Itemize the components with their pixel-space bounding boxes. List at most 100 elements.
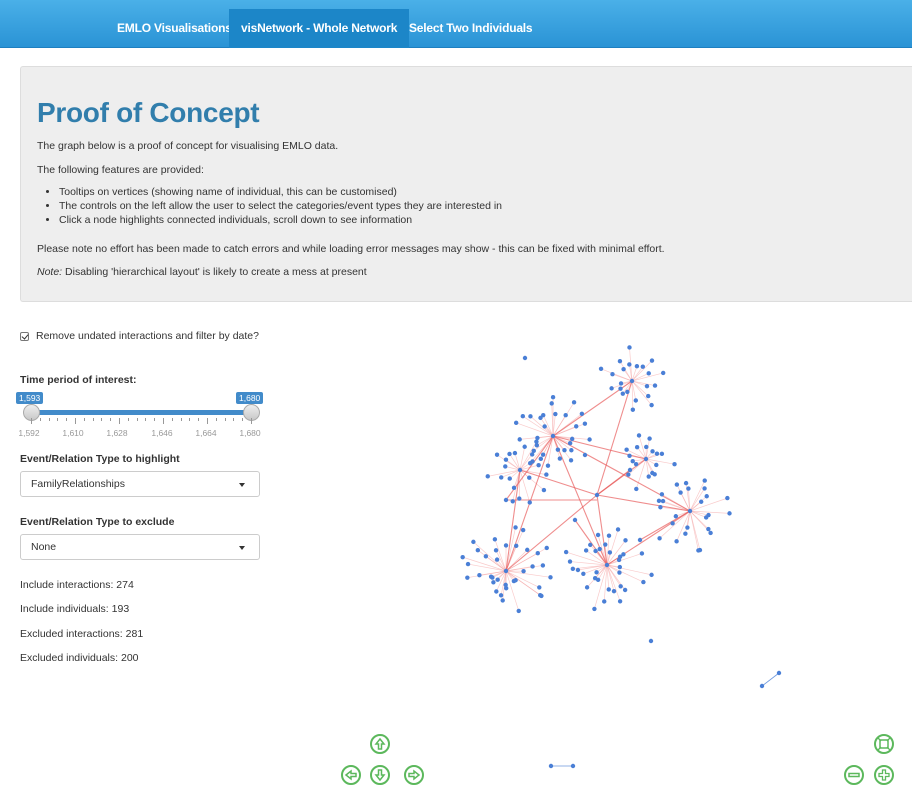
network-node[interactable] [652,383,658,388]
network-node[interactable] [660,498,666,504]
network-node[interactable] [571,400,577,405]
network-node[interactable] [570,566,576,572]
network-node[interactable] [702,478,707,483]
network-node[interactable] [630,407,636,412]
network-node[interactable] [686,486,691,491]
network-node[interactable] [704,494,709,499]
network-node[interactable] [617,358,623,364]
network-node[interactable] [491,580,496,585]
network-node[interactable] [563,413,568,418]
network-node[interactable] [627,453,632,458]
network-node[interactable] [527,500,532,505]
network-node[interactable] [572,517,578,523]
network-node[interactable] [535,435,540,441]
network-node[interactable] [659,451,665,457]
network-node[interactable] [544,545,549,551]
network-node[interactable] [574,424,579,429]
network-node[interactable] [555,447,561,452]
network-node[interactable] [575,567,581,573]
network-node[interactable] [657,536,662,541]
network-node[interactable] [540,452,546,457]
network-node[interactable] [620,391,626,396]
network-node[interactable] [465,561,471,567]
network-node[interactable] [759,683,765,689]
network-node[interactable] [500,598,505,603]
network-node[interactable] [606,533,612,538]
network-node[interactable] [581,571,586,576]
highlight-select[interactable]: FamilyRelationships [20,471,260,497]
network-node[interactable] [637,537,643,543]
network-node[interactable] [494,452,500,457]
network-node[interactable] [627,467,633,473]
network-node[interactable] [639,551,645,556]
network-node[interactable] [503,568,509,574]
network-node[interactable] [507,476,512,481]
network-node[interactable] [588,542,593,548]
network-node[interactable] [650,449,655,454]
network-node[interactable] [647,436,652,441]
network-node[interactable] [514,543,519,549]
network-node[interactable] [633,461,639,467]
up-arrow-icon[interactable] [370,734,390,754]
network-node[interactable] [643,456,649,462]
network-node[interactable] [624,447,629,452]
network-node[interactable] [673,514,679,519]
network-node[interactable] [567,559,573,564]
network-node[interactable] [617,599,623,604]
network-node[interactable] [499,475,504,480]
network-node[interactable] [607,550,613,555]
network-node[interactable] [545,463,551,468]
network-node[interactable] [618,584,623,589]
network-node[interactable] [579,411,585,417]
network-node[interactable] [569,436,575,442]
network-node[interactable] [541,487,547,493]
network-node[interactable] [540,563,546,568]
network-node[interactable] [567,441,573,446]
network-node[interactable] [583,548,589,553]
network-node[interactable] [498,593,504,598]
network-node[interactable] [602,599,607,604]
network-node[interactable] [548,575,553,580]
network-node[interactable] [494,557,500,562]
right-arrow-icon[interactable] [404,765,424,785]
network-node[interactable] [708,530,713,536]
network-node[interactable] [483,554,489,559]
network-node[interactable] [598,366,604,371]
network-node[interactable] [674,539,679,544]
network-node[interactable] [618,386,623,391]
network-node[interactable] [562,448,567,453]
network-node[interactable] [465,575,470,580]
network-node[interactable] [654,462,659,468]
network-node[interactable] [660,370,666,376]
network-node[interactable] [629,378,635,384]
down-arrow-icon[interactable] [370,765,390,785]
network-node[interactable] [703,515,709,520]
network-graph[interactable] [280,310,912,802]
network-node[interactable] [649,572,654,578]
network-node[interactable] [520,414,526,419]
network-node[interactable] [512,450,518,456]
network-node[interactable] [727,511,732,516]
network-node[interactable] [618,381,624,386]
network-node[interactable] [725,495,730,501]
network-node[interactable] [649,358,655,363]
network-node[interactable] [488,574,494,579]
network-node[interactable] [582,452,588,458]
network-node[interactable] [477,573,482,578]
network-node[interactable] [625,389,630,395]
network-node[interactable] [511,578,517,584]
network-node[interactable] [594,492,600,498]
network-node[interactable] [517,467,523,473]
time-range-slider-track[interactable] [31,410,251,415]
network-node[interactable] [521,568,526,574]
network-node[interactable] [538,592,543,598]
network-node[interactable] [683,531,688,536]
network-node[interactable] [513,525,518,530]
network-node[interactable] [503,582,508,588]
network-node[interactable] [549,401,554,406]
network-node[interactable] [536,462,541,468]
network-node[interactable] [513,420,519,426]
network-node[interactable] [587,437,592,442]
network-node[interactable] [644,383,650,389]
tab-select-two-individuals[interactable]: Select Two Individuals [397,9,544,48]
